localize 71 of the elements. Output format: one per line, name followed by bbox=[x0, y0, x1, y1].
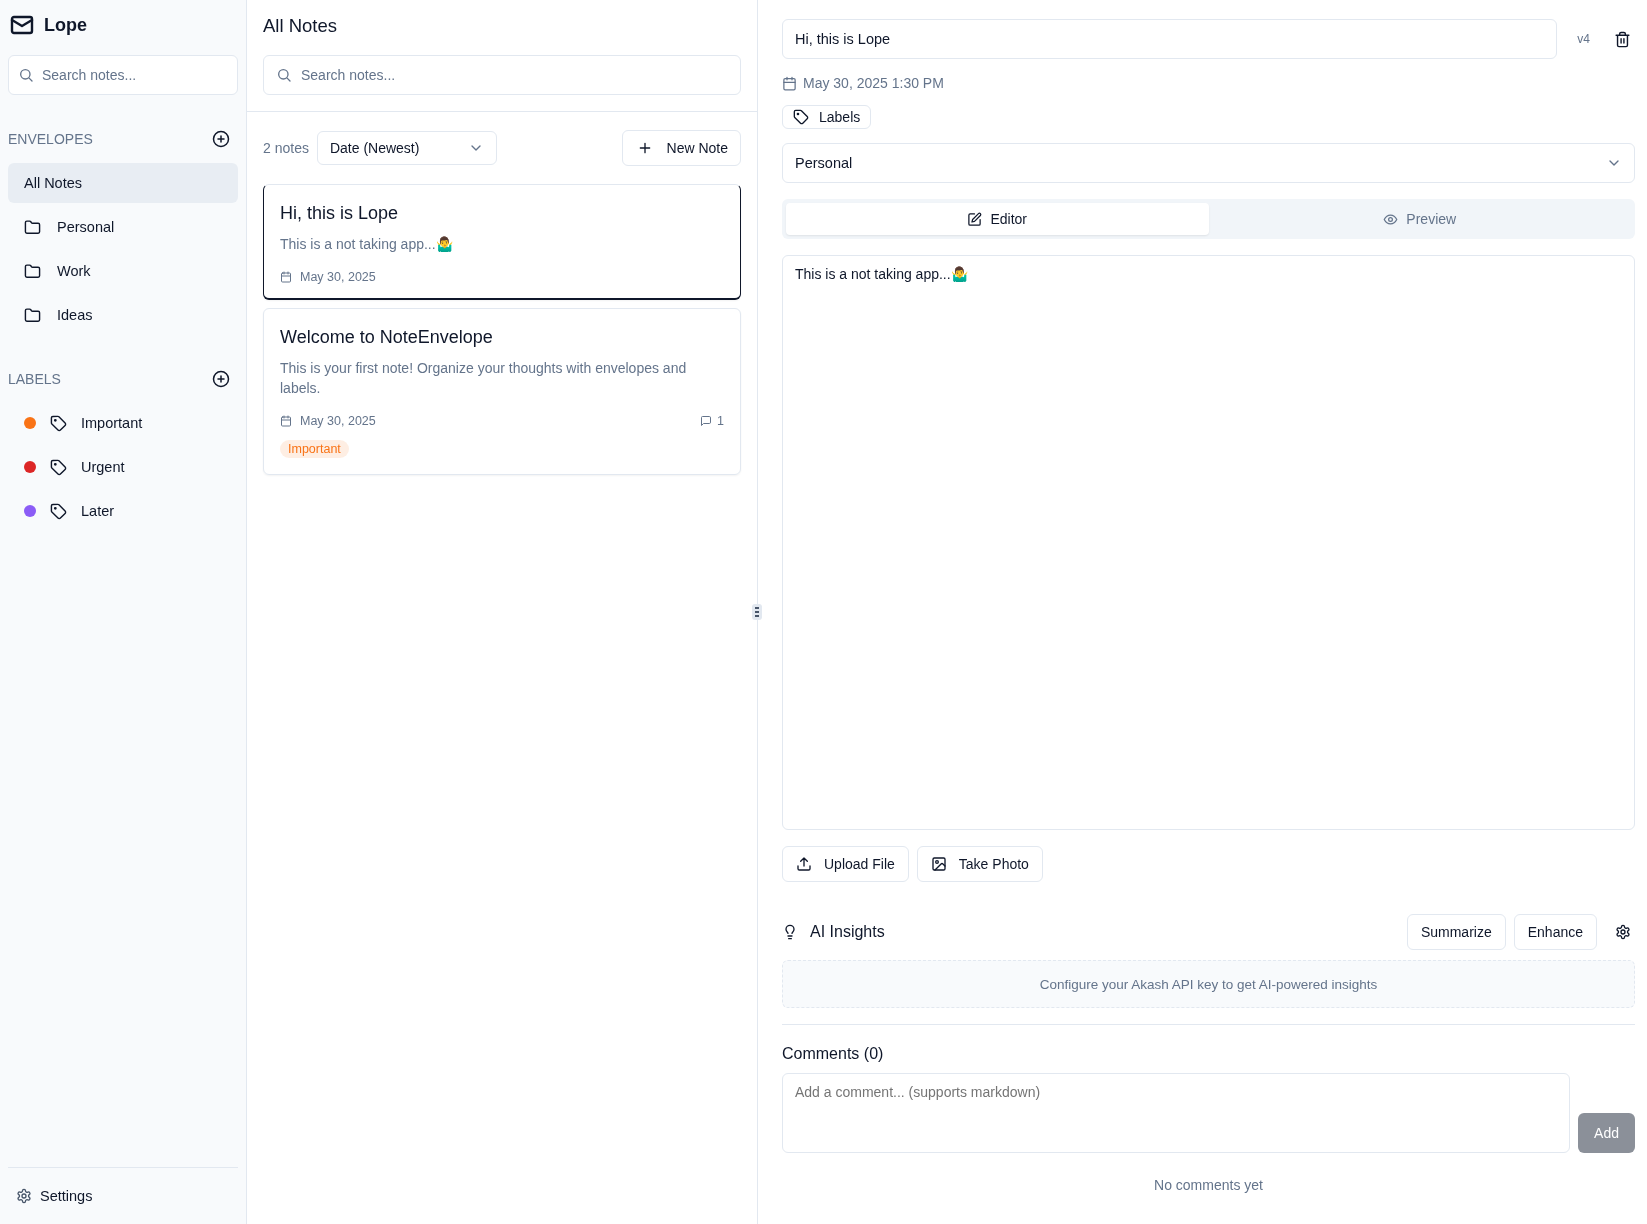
search-icon bbox=[18, 67, 34, 83]
calendar-icon bbox=[782, 75, 797, 91]
folder-icon bbox=[24, 306, 41, 324]
ai-action-button[interactable]: Enhance bbox=[1513, 914, 1597, 950]
envelope-item[interactable]: Work bbox=[8, 251, 238, 291]
comment-icon bbox=[700, 415, 713, 427]
section-heading: LABELS bbox=[8, 371, 61, 387]
note-title: Welcome to NoteEnvelope bbox=[280, 327, 494, 348]
folder-icon bbox=[24, 218, 41, 236]
panel-title: All Notes bbox=[263, 14, 339, 38]
comment-field[interactable]: Add a comment... (supports markdown) bbox=[782, 1073, 1571, 1153]
note-body-field[interactable]: This is a not taking app...🤷‍♂ bbox=[782, 255, 1635, 830]
label-item[interactable]: Later bbox=[8, 491, 238, 531]
note-timestamp: May 30, 2025 1:30 PM bbox=[803, 75, 944, 91]
version-label: v4 bbox=[1577, 32, 1590, 46]
note-preview: This is your first note! Organize your thoughts with envelopes and labels. bbox=[280, 359, 688, 398]
label-item[interactable]: Urgent bbox=[8, 447, 238, 487]
view-tab[interactable]: Editor bbox=[786, 203, 1209, 235]
tag-icon bbox=[50, 502, 67, 520]
eye-icon bbox=[1383, 211, 1399, 227]
ai-insights-message: Configure your Akash API key to get AI-powered insights bbox=[782, 960, 1635, 1008]
envelope-icon bbox=[10, 13, 34, 37]
note-preview: This is a not taking app...🤷‍♂ bbox=[280, 235, 454, 254]
lightbulb-icon bbox=[782, 924, 798, 940]
section-title: AI Insights bbox=[810, 923, 886, 941]
trash-icon bbox=[1614, 30, 1631, 48]
tag-icon bbox=[50, 458, 67, 476]
sort-dropdown[interactable]: Date (Newest) bbox=[316, 131, 497, 165]
app-name: Lope bbox=[44, 14, 87, 36]
new-note-button[interactable]: New Note bbox=[621, 130, 741, 166]
image-icon bbox=[930, 856, 947, 872]
tag-icon bbox=[793, 109, 809, 125]
settings-icon bbox=[1615, 924, 1631, 940]
envelope-item[interactable]: Ideas bbox=[8, 295, 238, 335]
folder-icon bbox=[24, 262, 41, 280]
section-heading: ENVELOPES bbox=[8, 131, 93, 147]
note-title: Hi, this is Lope bbox=[280, 203, 400, 224]
section-title: Comments (0) bbox=[782, 1045, 885, 1063]
upload-icon bbox=[796, 856, 812, 872]
label-item[interactable]: Important bbox=[8, 403, 238, 443]
upload-file-button[interactable]: Upload File bbox=[782, 846, 909, 882]
search-field[interactable]: Search notes... bbox=[8, 55, 238, 95]
empty-comments-message: No comments yet bbox=[1154, 1177, 1263, 1193]
envelope-item[interactable]: Personal bbox=[8, 207, 238, 247]
note-card[interactable]: Hi, this is Lope This is a not taking app...🤷‍♂ May 30, 2025 bbox=[263, 184, 741, 300]
add-label-button[interactable] bbox=[212, 370, 230, 388]
note-card[interactable]: Welcome to NoteEnvelope This is your first note! Organize your thoughts with envelopes and labels. May 30, 2025 1 Important bbox=[263, 308, 741, 475]
take-photo-button[interactable]: Take Photo bbox=[916, 846, 1043, 882]
view-tab[interactable]: Preview bbox=[1208, 203, 1631, 235]
note-title-field[interactable]: Hi, this is Lope bbox=[782, 19, 1558, 59]
search-icon bbox=[276, 67, 292, 83]
tag-icon bbox=[50, 414, 67, 432]
add-circle-icon bbox=[212, 370, 230, 388]
search-field[interactable]: Search notes... bbox=[263, 55, 741, 95]
label-tag: Important bbox=[280, 440, 349, 458]
resize-handle[interactable] bbox=[752, 604, 762, 620]
note-date: May 30, 2025 bbox=[300, 414, 376, 428]
ai-action-button[interactable]: Summarize bbox=[1406, 914, 1506, 950]
add-circle-icon bbox=[212, 130, 230, 148]
comment-count: 1 bbox=[717, 414, 724, 428]
calendar-icon bbox=[280, 415, 292, 427]
envelope-item[interactable]: All Notes bbox=[8, 163, 238, 203]
pencil-icon bbox=[967, 211, 983, 227]
settings-button[interactable]: Settings bbox=[16, 1188, 93, 1204]
envelope-dropdown[interactable]: Personal bbox=[782, 143, 1635, 183]
calendar-icon bbox=[280, 271, 292, 283]
note-count: 2 notes bbox=[263, 140, 309, 156]
settings-icon bbox=[16, 1188, 32, 1204]
add-envelope-button[interactable] bbox=[212, 130, 230, 148]
note-date: May 30, 2025 bbox=[300, 270, 376, 284]
labels-button[interactable]: Labels bbox=[782, 105, 872, 129]
